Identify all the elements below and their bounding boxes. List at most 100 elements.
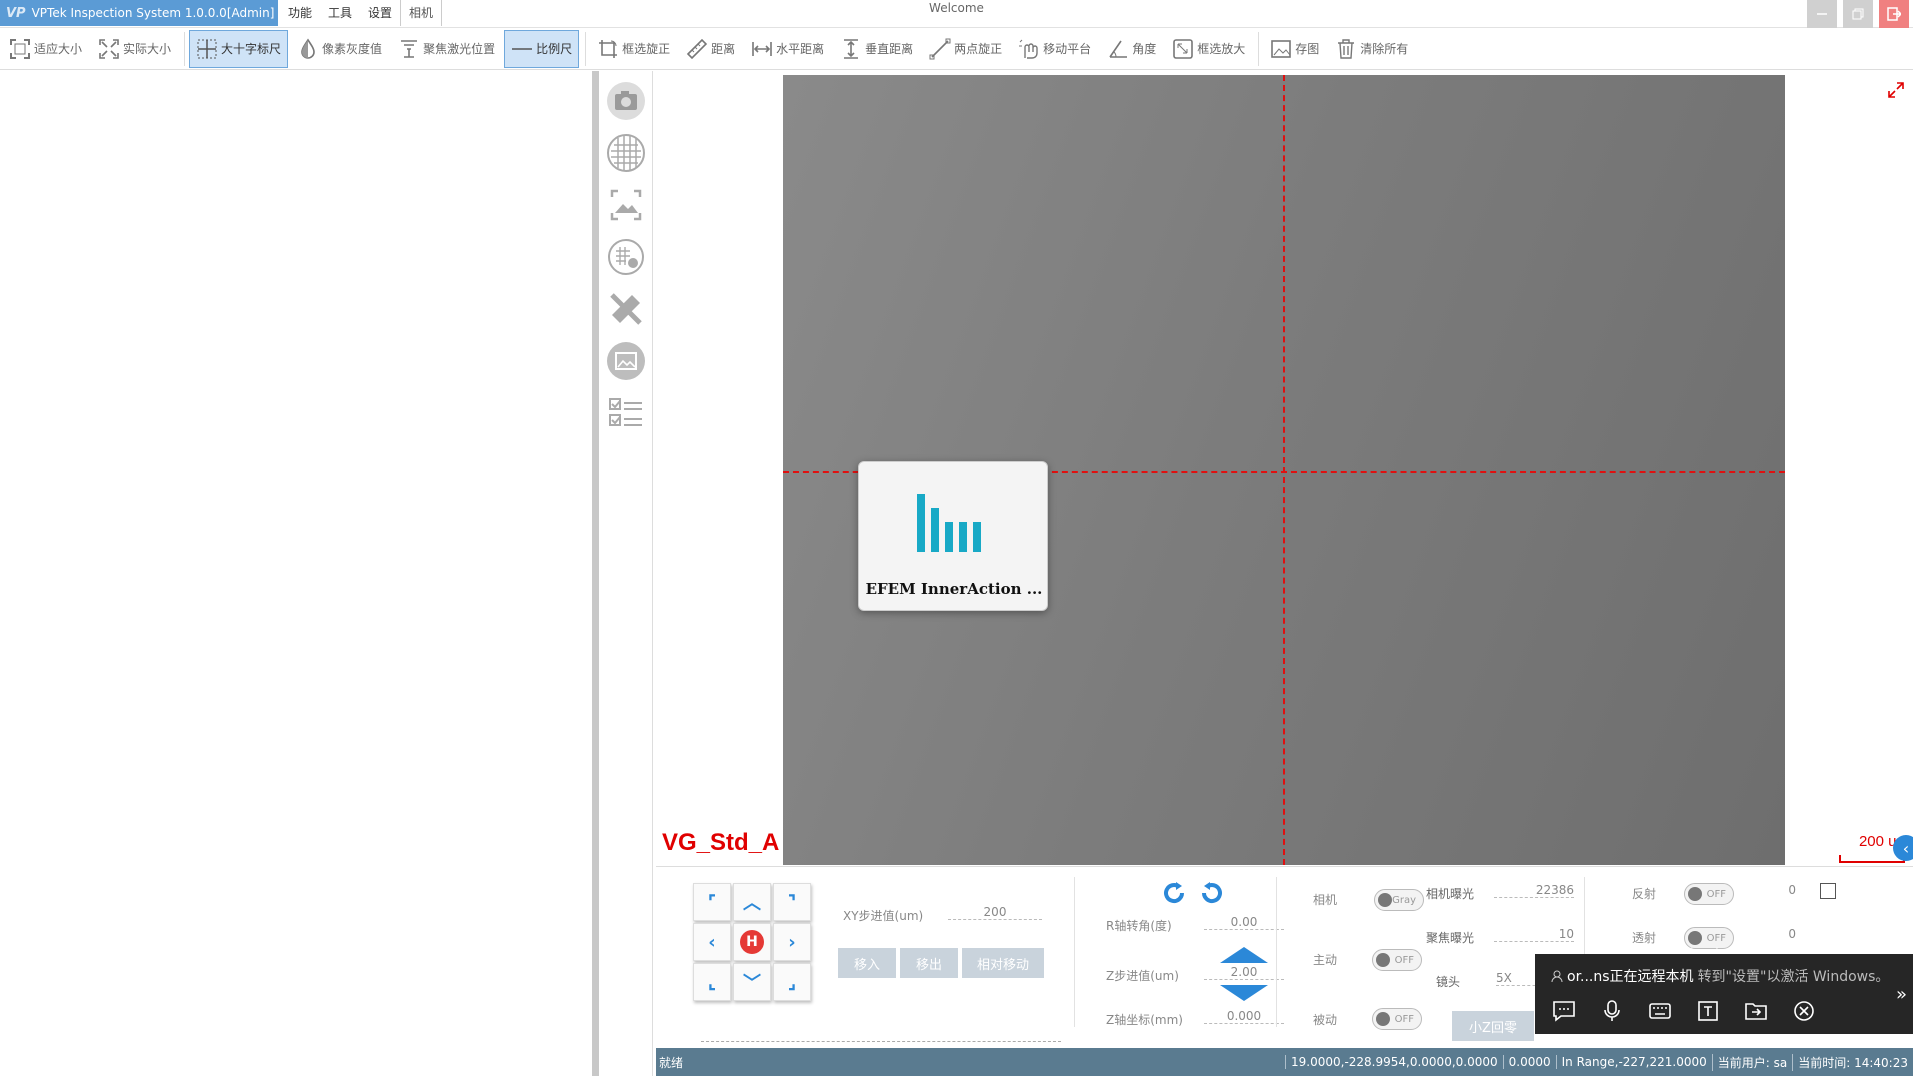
laser-focus-button[interactable]: 聚焦激光位置 (391, 30, 502, 68)
menu-tools[interactable]: 工具 (320, 0, 360, 26)
text-button[interactable] (1695, 998, 1721, 1024)
menu-function[interactable]: 功能 (280, 0, 320, 26)
transmit-value[interactable]: 0 (1746, 927, 1796, 941)
disconnect-button[interactable] (1791, 998, 1817, 1024)
jog-up-left-button[interactable]: ⌜ (693, 883, 731, 921)
actual-size-button[interactable]: 实际大小 (91, 30, 178, 68)
jog-right-button[interactable]: › (773, 923, 811, 961)
laser-focus-icon (401, 39, 418, 58)
collapse-panel-button[interactable]: ‹ (1893, 835, 1913, 861)
menu-settings[interactable]: 设置 (360, 0, 400, 26)
keyboard-button[interactable] (1647, 998, 1673, 1024)
camera-gray-toggle[interactable]: Gray (1374, 889, 1424, 911)
microphone-icon (1604, 1000, 1620, 1021)
scale-bar-button[interactable]: 比例尺 (504, 29, 580, 68)
chevron-right-icon: › (788, 931, 796, 953)
z-coord-label: Z轴坐标(mm) (1106, 1013, 1183, 1027)
home-button[interactable]: H (733, 923, 771, 961)
distance-button[interactable]: 距离 (679, 30, 742, 68)
focus-exposure-input[interactable]: 10 (1494, 927, 1574, 942)
passive-label: 被动 (1313, 1013, 1338, 1027)
pattern-tool-button[interactable] (606, 237, 646, 277)
camera-tool-button[interactable] (606, 81, 646, 121)
gray-value-icon (301, 38, 315, 59)
xy-step-input[interactable]: 200 (948, 905, 1042, 920)
lens-label: 镜头 (1436, 975, 1461, 989)
rotate-cw-icon[interactable] (1160, 879, 1188, 907)
status-ready: 就绪 (659, 1055, 684, 1070)
zoom-box-button[interactable]: 框选放大 (1165, 30, 1252, 68)
app-title-badge: VP VPTek Inspection System 1.0.0.0[Admin… (0, 0, 278, 26)
restore-button[interactable] (1843, 0, 1873, 28)
fit-icon (10, 38, 30, 59)
laser-focus-label: 聚焦激光位置 (423, 42, 496, 56)
camera-label: 相机 (1313, 893, 1338, 907)
reflect-toggle[interactable]: OFF (1684, 883, 1734, 905)
corner-up-right-icon: ⌝ (787, 891, 797, 913)
gray-value-button[interactable]: 像素灰度值 (290, 30, 389, 68)
image-adjust-tool-button[interactable] (606, 185, 646, 225)
rotate-box-button[interactable]: 框选旋正 (590, 30, 677, 68)
relative-move-button[interactable]: 相对移动 (962, 948, 1044, 978)
active-toggle[interactable]: OFF (1372, 949, 1422, 971)
crosshair-ruler-button[interactable]: 大十字标尺 (189, 29, 289, 68)
angle-button[interactable]: 角度 (1100, 30, 1163, 68)
move-stage-button[interactable]: 移动平台 (1011, 30, 1098, 68)
fullscreen-button[interactable] (1887, 81, 1905, 104)
jog-down-button[interactable]: ﹀ (733, 963, 771, 1001)
fit-size-button[interactable]: 适应大小 (2, 30, 89, 68)
remote-title-text: or...ns正在远程本机 (1567, 969, 1694, 985)
transfer-file-button[interactable] (1743, 998, 1769, 1024)
horizontal-distance-label: 水平距离 (776, 42, 825, 56)
jog-up-right-button[interactable]: ⌝ (773, 883, 811, 921)
jog-down-right-button[interactable]: ⌟ (773, 963, 811, 1001)
remote-title: or...ns正在远程本机 转到"设置"以激活 Windows。 (1551, 966, 1889, 986)
jog-left-button[interactable]: ‹ (693, 923, 731, 961)
move-in-button[interactable]: 移入 (838, 948, 896, 978)
minimize-button[interactable] (1807, 0, 1837, 28)
move-out-button[interactable]: 移出 (900, 948, 958, 978)
jog-up-button[interactable]: ︿ (733, 883, 771, 921)
expand-icon (1888, 82, 1904, 98)
close-icon (1794, 1001, 1814, 1021)
distance-label: 距离 (711, 42, 736, 56)
checklist-tool-button[interactable] (606, 393, 646, 433)
menu-camera[interactable]: 相机 (400, 0, 443, 26)
crosshair-ruler-label: 大十字标尺 (221, 42, 282, 56)
horizontal-distance-button[interactable]: 水平距离 (744, 30, 831, 68)
image-viewport[interactable]: VG_Std_A 200 um ‹ (656, 73, 1913, 865)
rotate-ccw-icon[interactable] (1198, 879, 1226, 907)
panel-splitter[interactable] (592, 71, 599, 1076)
crosshair-vertical (1283, 75, 1285, 865)
z-up-button[interactable] (1220, 947, 1268, 963)
app-title: VPTek Inspection System 1.0.0.0[Admin] (31, 6, 275, 20)
toolbar-divider (184, 31, 186, 66)
measure-tools-button[interactable] (606, 289, 646, 329)
remote-expand-button[interactable]: » (1896, 984, 1907, 1005)
reflect-value[interactable]: 0 (1746, 883, 1796, 897)
chat-icon (1553, 1001, 1575, 1022)
clear-all-label: 清除所有 (1360, 42, 1409, 56)
z-down-button[interactable] (1220, 985, 1268, 1001)
microphone-button[interactable] (1599, 998, 1625, 1024)
jog-down-left-button[interactable]: ⌞ (693, 963, 731, 1001)
grid-tool-button[interactable] (606, 133, 646, 173)
r-angle-input[interactable]: 0.00 (1204, 915, 1284, 930)
left-panel (0, 71, 592, 1076)
passive-toggle[interactable]: OFF (1372, 1008, 1422, 1030)
vertical-distance-button[interactable]: 垂直距离 (833, 30, 920, 68)
gallery-tool-button[interactable] (606, 341, 646, 381)
reflect-checkbox[interactable] (1820, 883, 1836, 899)
exit-button[interactable] (1879, 0, 1909, 28)
cam-exposure-input[interactable]: 22386 (1494, 883, 1574, 898)
toolbar-divider (1258, 31, 1260, 66)
two-point-rotate-button[interactable]: 两点旋正 (922, 30, 1009, 68)
chat-button[interactable] (1551, 998, 1577, 1024)
z-step-input[interactable]: 2.00 (1204, 965, 1284, 980)
clear-all-button[interactable]: 清除所有 (1328, 30, 1415, 68)
gallery-icon (607, 342, 645, 380)
save-image-button[interactable]: 存图 (1263, 30, 1326, 68)
status-time: 当前时间: 14:40:23 (1792, 1053, 1913, 1071)
z-coord-input[interactable]: 0.000 (1204, 1009, 1284, 1024)
z-home-button[interactable]: 小Z回零 (1452, 1011, 1534, 1041)
